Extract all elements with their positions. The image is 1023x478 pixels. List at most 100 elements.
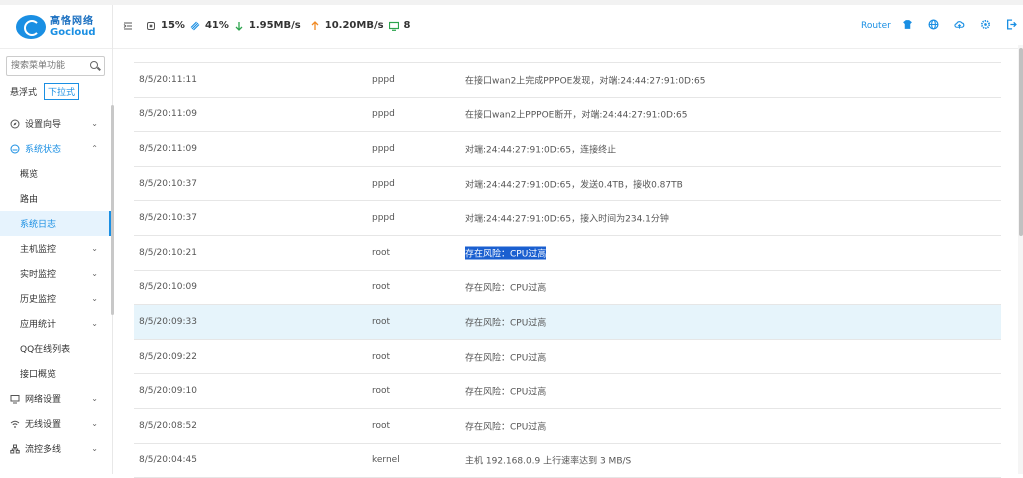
log-message: 在接口wan2上PPPOE断开，对端:24:44:27:91:0D:65 [465,110,688,121]
sidebar-item-interface-overview[interactable]: 接口概览 [0,361,112,386]
sidebar-item-label: 应用统计 [20,320,57,330]
log-message: 对端:24:44:27:91:0D:65，发送0.4TB，接收0.87TB [465,180,683,191]
top-bar: 15% 41% 1.95MB/s 10.20MB/s 8 Router [113,5,1023,49]
sidebar-item-qq-online[interactable]: QQ在线列表 [0,336,112,361]
globe-icon[interactable] [928,19,939,30]
log-message: 存在风险：CPU过高 [465,318,547,329]
log-time: 8/5/20:10:37 [139,213,197,224]
sidebar-item-history-monitor[interactable]: 历史监控 ⌄ [0,286,112,311]
log-time: 8/5/20:11:09 [139,109,197,120]
table-row[interactable]: 8/5/20:10:37 pppd 对端:24:44:27:91:0D:65，发… [134,167,1001,202]
sidebar-item-host-monitor[interactable]: 主机监控 ⌄ [0,236,112,261]
device-count: 8 [403,20,411,31]
main-scrollbar-thumb[interactable] [1019,48,1023,236]
table-row[interactable]: 8/5/20:11:11 pppd 在接口wan2上完成PPPOE发现，对端:2… [134,63,1001,98]
table-row[interactable]: 8/5/20:10:09 root 存在风险：CPU过高 [134,271,1001,306]
log-process: pppd [372,213,395,224]
log-time: 8/5/20:11:11 [139,74,197,85]
log-time: 8/5/20:09:22 [139,351,197,362]
sidebar-item-label: 实时监控 [20,270,57,280]
sidebar-item-label: 系统日志 [20,220,57,230]
sidebar-item-overview[interactable]: 概览 [0,161,112,186]
sidebar-item-realtime-monitor[interactable]: 实时监控 ⌄ [0,261,112,286]
log-process: root [372,386,391,397]
chevron-down-icon: ⌄ [91,119,98,128]
dashboard-icon [10,144,20,153]
table-row[interactable]: 8/5/20:11:09 pppd 对端:24:44:27:91:0D:65，连… [134,132,1001,167]
cloud-icon[interactable] [954,19,965,30]
status-stats: 15% 41% 1.95MB/s 10.20MB/s 8 [123,20,411,31]
upload-arrow-icon [311,20,319,30]
sidebar-item-setup-wizard[interactable]: 设置向导 ⌄ [0,111,112,136]
table-row[interactable]: 8/5/20:04:45 kernel 主机 192.168.0.9 上行速率达… [134,444,1001,478]
monitor-icon [10,394,20,403]
sidebar-item-network-settings[interactable]: 网络设置 ⌄ [0,386,112,411]
sidebar-item-label: 无线设置 [25,420,62,430]
search-input[interactable] [7,57,85,75]
sidebar-item-label: 设置向导 [25,120,62,130]
table-row-hovered[interactable]: 8/5/20:09:33 root 存在风险：CPU过高 [134,305,1001,340]
log-time: 8/5/20:08:52 [139,420,197,431]
table-row[interactable]: 8/5/20:10:37 pppd 对端:24:44:27:91:0D:65，接… [134,201,1001,236]
log-process: pppd [372,109,395,120]
sidebar: 高恪网络 Gocloud 悬浮式 下拉式 设置向导 ⌄ 系统状态 ⌃ 概览 路由… [0,5,114,474]
sidebar-item-system-log[interactable]: 系统日志 [0,211,112,236]
log-process: root [372,420,391,431]
chevron-down-icon: ⌄ [91,294,98,303]
router-link[interactable]: Router [861,21,891,31]
log-time: 8/5/20:04:45 [139,455,197,466]
sidebar-scrollbar[interactable] [111,105,114,315]
menu-search[interactable] [6,56,105,76]
log-time: 8/5/20:10:09 [139,282,197,293]
chevron-up-icon: ⌃ [91,144,98,153]
log-time: 8/5/20:10:21 [139,247,197,258]
sidebar-item-route[interactable]: 路由 [0,186,112,211]
top-icons [902,19,1017,30]
sidebar-item-label: 流控多线 [25,445,62,455]
sidebar-item-wireless-settings[interactable]: 无线设置 ⌄ [0,411,112,436]
menu-toggle-icon[interactable] [123,21,133,31]
log-message: 存在风险：CPU过高 [465,387,547,398]
gear-icon[interactable] [980,19,991,30]
download-speed: 1.95MB/s [248,20,301,31]
table-row[interactable]: 8/5/20:10:21 root 存在风险：CPU过高 [134,236,1001,271]
memory-usage: 41% [204,20,229,31]
chevron-down-icon: ⌄ [91,269,98,278]
chevron-down-icon: ⌄ [91,394,98,403]
table-row[interactable]: 8/5/20:09:10 root 存在风险：CPU过高 [134,374,1001,409]
sidebar-item-label: 网络设置 [25,395,62,405]
table-row[interactable]: 8/5/20:09:22 root 存在风险：CPU过高 [134,340,1001,375]
wifi-icon [10,420,20,428]
download-arrow-icon [235,21,243,31]
sidebar-item-system-status[interactable]: 系统状态 ⌃ [0,136,112,161]
brand-name-cn: 高恪网络 [50,15,94,27]
tshirt-icon[interactable] [902,19,913,30]
table-row-partial [134,45,1001,63]
sidebar-item-label: 主机监控 [20,245,57,255]
log-time: 8/5/20:09:10 [139,386,197,397]
table-row[interactable]: 8/5/20:08:52 root 存在风险：CPU过高 [134,409,1001,444]
log-time: 8/5/20:11:09 [139,143,197,154]
chevron-down-icon: ⌄ [91,319,98,328]
log-process: root [372,247,391,258]
brand-name-en: Gocloud [50,26,96,38]
log-message: 存在风险：CPU过高 [465,283,547,294]
sidebar-item-label: 历史监控 [20,295,57,305]
chevron-down-icon: ⌄ [91,444,98,453]
sidebar-item-label: 路由 [20,195,39,205]
log-message-selected: 存在风险：CPU过高 [465,246,547,260]
logo[interactable]: 高恪网络 Gocloud [0,5,112,49]
sidebar-item-label: 系统状态 [25,145,62,155]
log-message: 对端:24:44:27:91:0D:65，连接终止 [465,145,617,156]
table-row[interactable]: 8/5/20:11:09 pppd 在接口wan2上PPPOE断开，对端:24:… [134,98,1001,133]
mode-dropdown-button[interactable]: 下拉式 [44,83,80,100]
logout-icon[interactable] [1006,19,1017,30]
devices-icon [388,21,399,31]
sidebar-item-flow-control[interactable]: 流控多线 ⌄ [0,436,112,461]
sidebar-item-app-stats[interactable]: 应用统计 ⌄ [0,311,112,336]
log-process: kernel [372,455,400,466]
chevron-down-icon: ⌄ [91,244,98,253]
cpu-usage: 15% [161,20,185,31]
mode-floating-button[interactable]: 悬浮式 [6,83,42,100]
search-icon[interactable] [90,61,98,69]
